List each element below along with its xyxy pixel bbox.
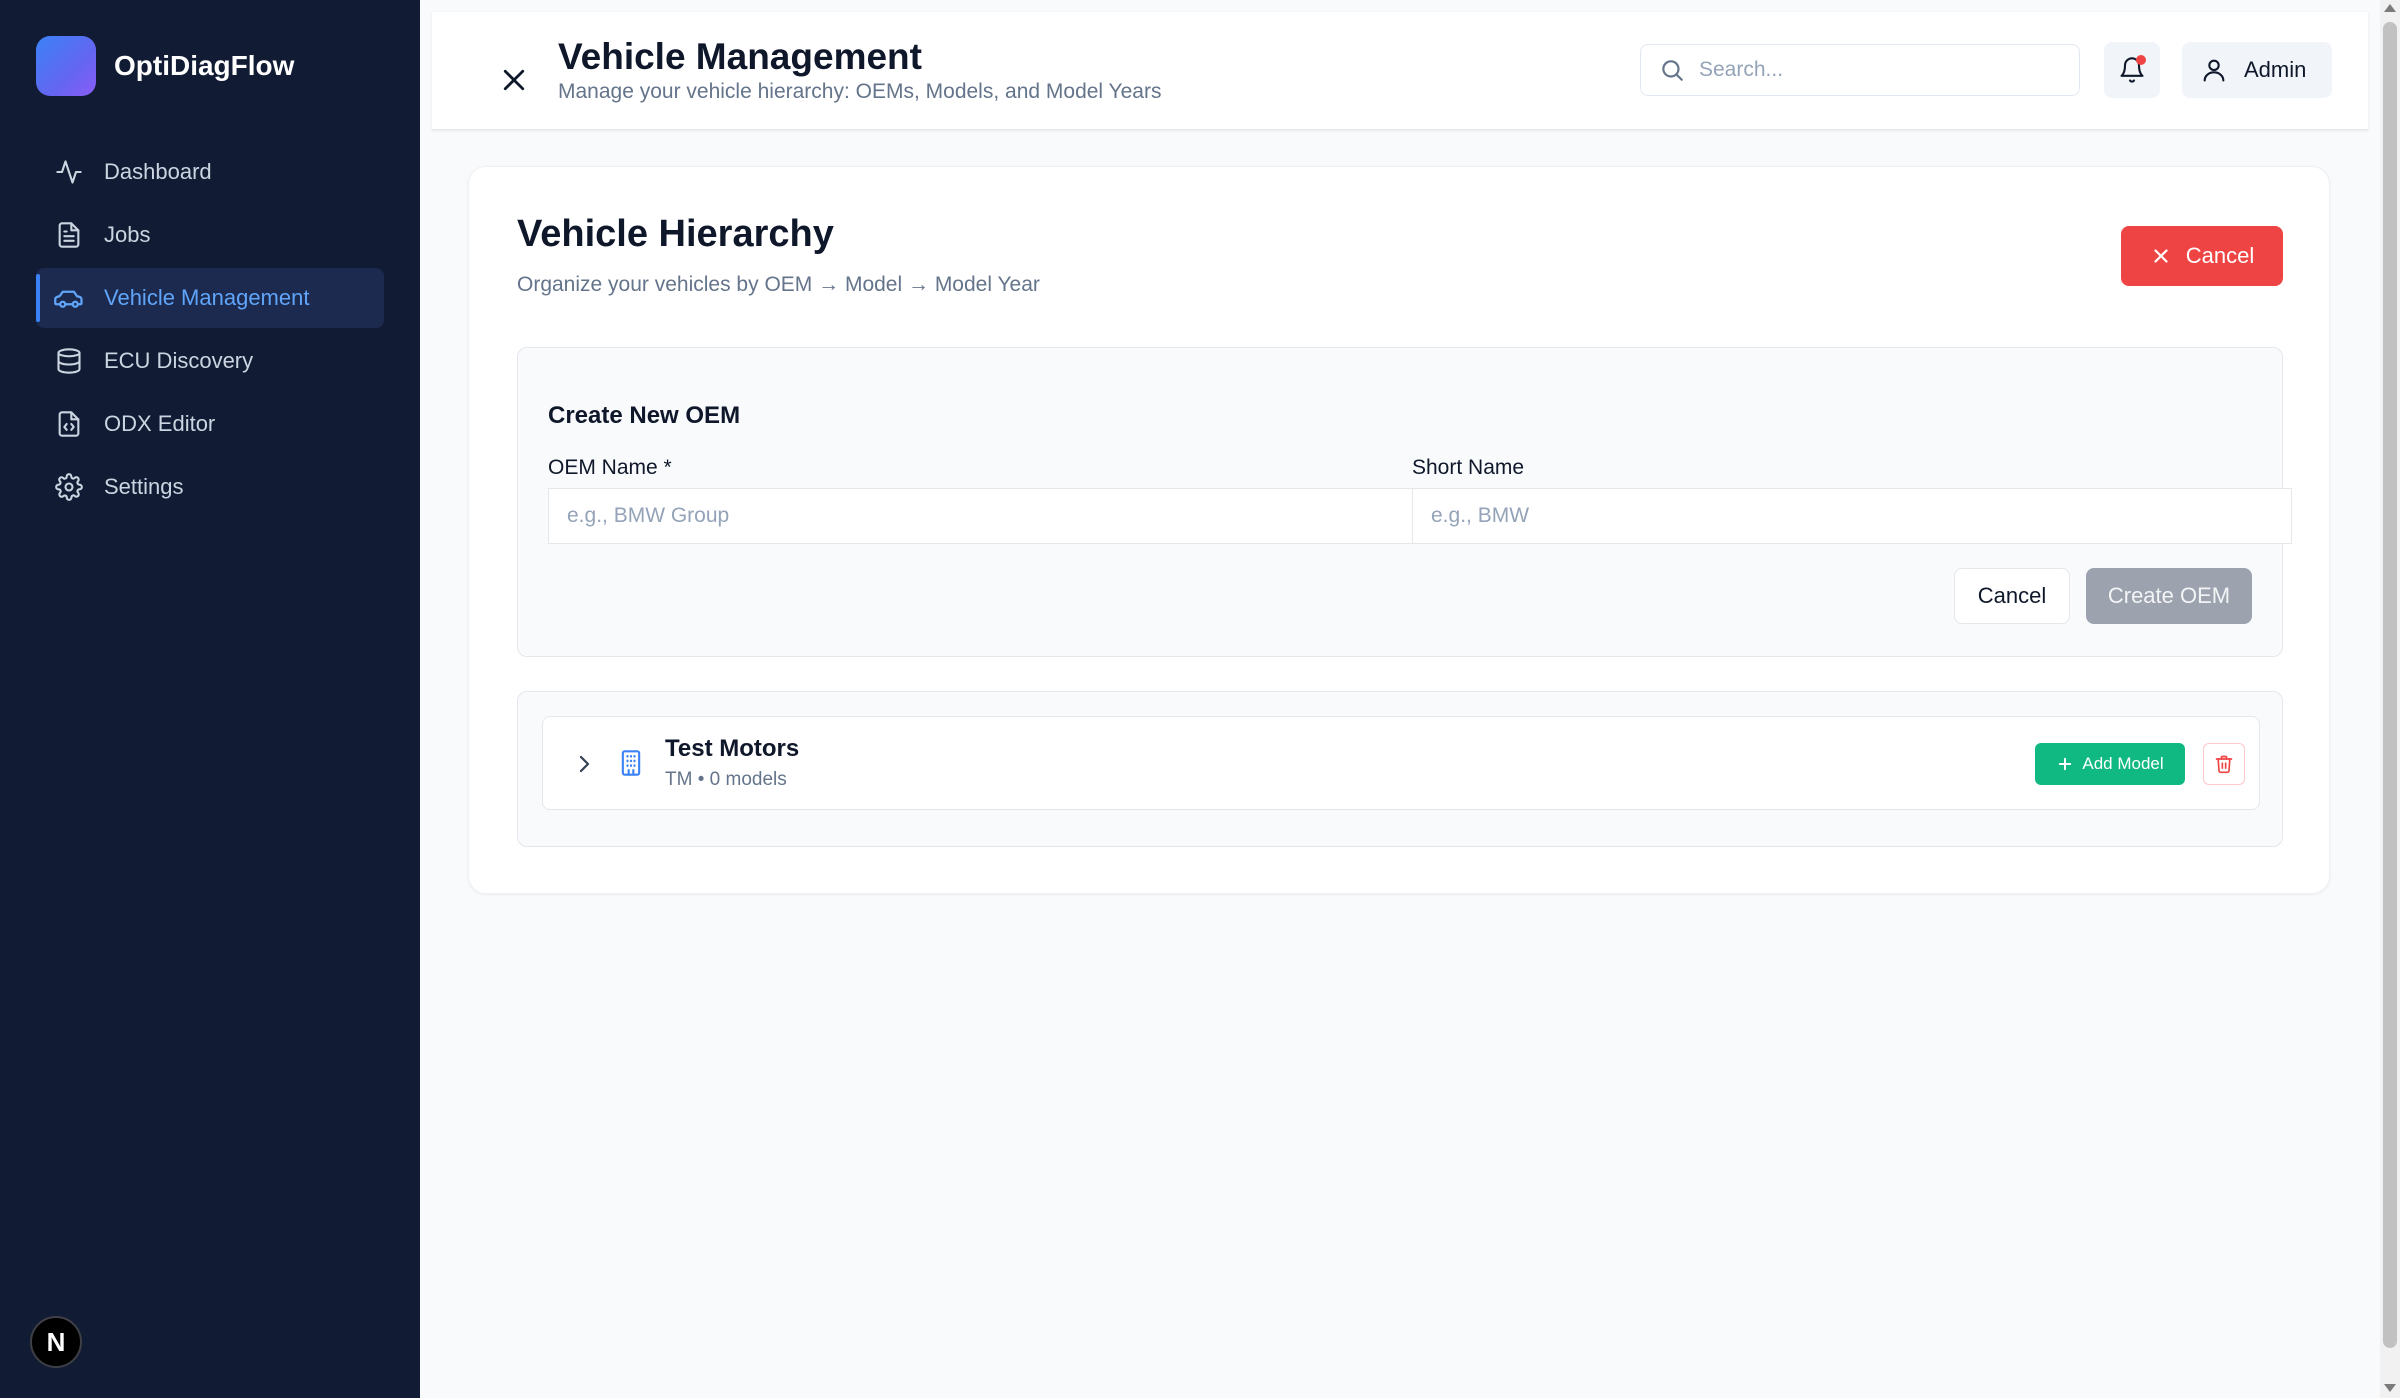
oem-name-label: OEM Name * xyxy=(548,456,672,479)
oem-name: Test Motors xyxy=(665,735,800,762)
cancel-create-button[interactable]: Cancel xyxy=(2121,226,2283,286)
sidebar-item-odx-editor[interactable]: ODX Editor xyxy=(36,394,384,454)
search-icon xyxy=(1662,60,1683,81)
sidebar-item-settings[interactable]: Settings xyxy=(36,457,384,517)
page-scrollbar[interactable] xyxy=(2380,0,2400,1398)
form-cancel-button[interactable]: Cancel xyxy=(1954,568,2070,624)
document-icon xyxy=(54,220,84,250)
brand[interactable]: OptiDiagFlow xyxy=(36,36,294,96)
sidebar-item-ecu-discovery[interactable]: ECU Discovery xyxy=(36,331,384,391)
trash-icon xyxy=(2215,755,2233,774)
add-model-label: Add Model xyxy=(2082,754,2164,773)
oem-row[interactable]: Test Motors TM • 0 models Add Model xyxy=(542,716,2260,810)
oem-meta: TM • 0 models xyxy=(665,769,787,790)
scroll-up-arrow[interactable] xyxy=(2384,4,2396,12)
form-title: Create New OEM xyxy=(548,402,741,429)
create-oem-button[interactable]: Create OEM xyxy=(2086,568,2252,624)
brand-name: OptiDiagFlow xyxy=(114,50,295,81)
building-icon xyxy=(615,747,647,779)
delete-oem-button[interactable] xyxy=(2203,743,2245,785)
oem-list: Test Motors TM • 0 models Add Model xyxy=(517,691,2283,847)
sidebar-item-vehicle-management[interactable]: Vehicle Management xyxy=(36,268,384,328)
scroll-down-arrow[interactable] xyxy=(2384,1384,2396,1392)
notification-dot xyxy=(2136,55,2146,65)
search-box[interactable] xyxy=(1640,44,2080,96)
next-dev-badge[interactable]: N xyxy=(30,1316,82,1368)
close-icon xyxy=(503,69,525,91)
gear-icon xyxy=(54,472,84,502)
sidebar-item-dashboard[interactable]: Dashboard xyxy=(36,142,384,202)
close-icon xyxy=(2154,249,2168,263)
search-input[interactable] xyxy=(1699,58,2059,82)
main-area: Vehicle Management Manage your vehicle h… xyxy=(420,0,2380,1398)
car-icon xyxy=(54,283,84,313)
expand-button[interactable] xyxy=(569,749,599,779)
page-header: Vehicle Management Manage your vehicle h… xyxy=(432,12,2368,130)
sidebar-item-label: Settings xyxy=(104,474,184,499)
user-menu-button[interactable]: Admin xyxy=(2182,42,2332,98)
oem-name-input[interactable] xyxy=(548,488,1414,544)
vehicle-hierarchy-card: Vehicle Hierarchy Organize your vehicles… xyxy=(468,166,2330,894)
cancel-label: Cancel xyxy=(2185,243,2255,268)
section-title: Vehicle Hierarchy xyxy=(517,213,834,255)
database-icon xyxy=(54,346,84,376)
code-file-icon xyxy=(54,409,84,439)
page-subtitle: Manage your vehicle hierarchy: OEMs, Mod… xyxy=(558,80,1162,103)
activity-icon xyxy=(54,157,84,187)
sidebar-item-label: Jobs xyxy=(104,222,151,247)
sidebar-item-label: Dashboard xyxy=(104,159,212,184)
add-model-button[interactable]: Add Model xyxy=(2035,743,2185,785)
user-icon xyxy=(2203,59,2225,82)
short-name-input[interactable] xyxy=(1412,488,2292,544)
sidebar-item-label: ODX Editor xyxy=(104,411,216,436)
section-subtitle: Organize your vehicles by OEM → Model → … xyxy=(517,273,1040,296)
brand-logo xyxy=(36,36,96,96)
scroll-thumb[interactable] xyxy=(2383,22,2397,1348)
user-name: Admin xyxy=(2244,57,2307,82)
notifications-button[interactable] xyxy=(2104,42,2160,98)
page-title: Vehicle Management xyxy=(558,36,922,77)
chevron-right-icon xyxy=(579,755,590,773)
sidebar-item-jobs[interactable]: Jobs xyxy=(36,205,384,265)
sidebar: OptiDiagFlow Dashboard Jobs Vehicle Mana… xyxy=(0,0,420,1398)
close-button[interactable] xyxy=(494,60,534,100)
short-name-label: Short Name xyxy=(1412,456,1525,479)
sidebar-nav: Dashboard Jobs Vehicle Management ECU Di… xyxy=(36,142,384,520)
create-oem-form: Create New OEM OEM Name * Short Name Can… xyxy=(517,347,2292,657)
sidebar-item-label: Vehicle Management xyxy=(104,285,310,310)
plus-icon xyxy=(2059,757,2072,771)
sidebar-item-label: ECU Discovery xyxy=(104,348,254,373)
